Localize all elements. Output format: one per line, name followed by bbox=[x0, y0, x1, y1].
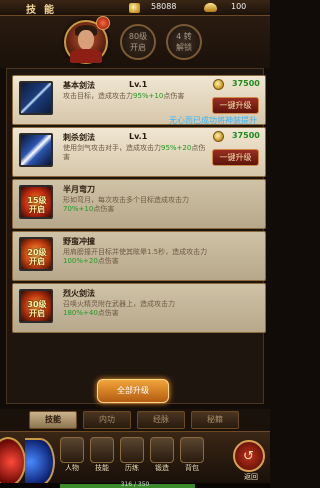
upgrade-cost: 37500 bbox=[232, 79, 260, 88]
skill-row[interactable]: 20级 开启 野蛮冲撞 用肩膀撞开目标并使其眩晕1.5秒，造成攻击力100%+20… bbox=[12, 231, 266, 281]
skills-icon bbox=[90, 437, 114, 463]
back-arrow-icon: ↺ bbox=[243, 449, 254, 464]
skill-tabs: 技能 内功 经脉 秘籍 bbox=[0, 409, 270, 431]
one-click-upgrade-button[interactable]: 一键升级 bbox=[212, 97, 259, 114]
hp-orb bbox=[0, 437, 26, 487]
locked-slot-badge[interactable]: 80级 开启 bbox=[120, 24, 156, 60]
sword-icon bbox=[19, 81, 53, 115]
skill-row[interactable]: 15级 开启 半月弯刀 形如弯月，每次攻击多个目标造成攻击力70%+10点伤害 bbox=[12, 179, 266, 229]
skill-name: 半月弯刀 bbox=[63, 185, 95, 194]
exp-text: 316 / 350 bbox=[120, 481, 150, 488]
skill-name: 烈火剑法 bbox=[63, 289, 95, 298]
gold-amount: 58088 bbox=[151, 2, 177, 11]
fire-sword-icon: 30级 开启 bbox=[19, 289, 53, 323]
forge-icon bbox=[150, 437, 174, 463]
skill-desc: 攻击目标，造成攻击力95%+10点伤害 bbox=[63, 92, 185, 100]
skill-name: 基本剑法 bbox=[63, 81, 95, 90]
stab-icon bbox=[19, 133, 53, 167]
ingot-amount: 100 bbox=[231, 2, 247, 11]
back-button[interactable]: ↺ 返回 bbox=[233, 440, 265, 481]
skill-desc: 用肩膀撞开目标并使其眩晕1.5秒，造成攻击力100%+20点伤害 bbox=[63, 248, 208, 265]
one-click-upgrade-button[interactable]: 一键升级 bbox=[212, 149, 259, 166]
gold-icon bbox=[129, 3, 140, 13]
locked-slot-badge[interactable]: 4 转 解锁 bbox=[166, 24, 202, 60]
top-bar: 技能 58088 100 bbox=[0, 0, 270, 16]
nav-bag[interactable]: 背包 bbox=[178, 437, 206, 477]
nav-character[interactable]: 人物 bbox=[58, 437, 86, 477]
medal-icon bbox=[96, 16, 110, 30]
skill-level: Lv.1 bbox=[129, 132, 148, 141]
gold-icon bbox=[213, 131, 224, 142]
upgrade-cost: 37500 bbox=[232, 131, 260, 140]
exp-bar: 316 / 350 bbox=[0, 481, 270, 488]
tab-secret-books[interactable]: 秘籍 bbox=[191, 411, 239, 429]
skill-row[interactable]: 30级 开启 烈火剑法 召唤火精灵附在武器上，造成攻击力180%+40点伤害 bbox=[12, 283, 266, 333]
skill-desc: 使用剑气攻击对手，造成攻击力95%+20点伤害 bbox=[63, 144, 206, 161]
skill-header: 80级 开启 4 转 解锁 bbox=[0, 16, 270, 68]
nav-training[interactable]: 历练 bbox=[118, 437, 146, 477]
tab-meridians[interactable]: 经脉 bbox=[137, 411, 185, 429]
bottom-nav-bar: 人物 技能 历练 锻造 背包 ↺ 返回 316 / 350 bbox=[0, 431, 270, 488]
skill-level: Lv.1 bbox=[129, 80, 148, 89]
skill-desc: 召唤火精灵附在武器上，造成攻击力180%+40点伤害 bbox=[63, 300, 175, 317]
moon-blade-icon: 15级 开启 bbox=[19, 185, 53, 219]
page-title: 技能 bbox=[26, 5, 62, 16]
tab-inner-power[interactable]: 内功 bbox=[83, 411, 131, 429]
ingot-icon bbox=[204, 3, 217, 12]
nav-skills[interactable]: 技能 bbox=[88, 437, 116, 477]
system-notice: 无心而已成功将神装提升 bbox=[169, 116, 257, 125]
tab-skills[interactable]: 技能 bbox=[29, 411, 77, 429]
rush-icon: 20级 开启 bbox=[19, 237, 53, 271]
mp-orb bbox=[25, 438, 55, 486]
skill-desc: 形如弯月，每次攻击多个目标造成攻击力70%+10点伤害 bbox=[63, 196, 189, 213]
skill-name: 野蛮冲撞 bbox=[63, 237, 95, 246]
skill-row[interactable]: 刺杀剑法 Lv.1 使用剑气攻击对手，造成攻击力95%+20点伤害 37500 … bbox=[12, 127, 266, 177]
character-icon bbox=[60, 437, 84, 463]
training-icon bbox=[120, 437, 144, 463]
upgrade-all-button[interactable]: 全部升级 bbox=[97, 379, 169, 403]
bag-icon bbox=[180, 437, 204, 463]
nav-forge[interactable]: 锻造 bbox=[148, 437, 176, 477]
skill-name: 刺杀剑法 bbox=[63, 133, 95, 142]
gold-icon bbox=[213, 79, 224, 90]
